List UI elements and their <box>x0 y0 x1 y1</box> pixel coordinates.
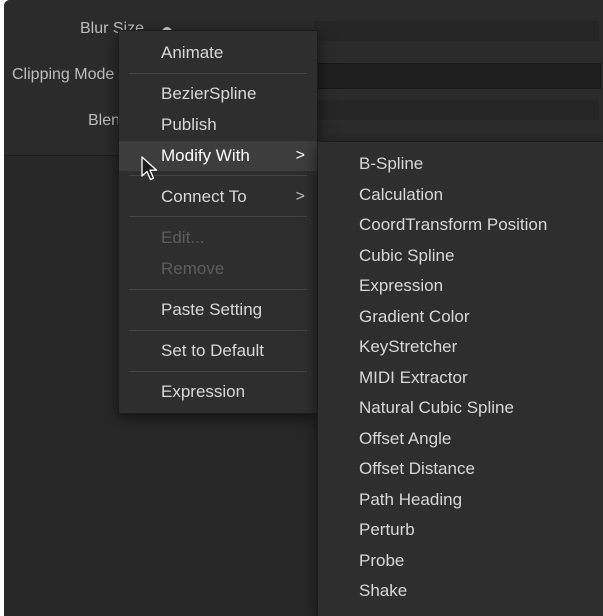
chevron-right-icon: > <box>295 188 305 205</box>
submenu-item-label: CoordTransform Position <box>359 215 548 234</box>
submenu-item-label: Offset Angle <box>359 428 452 448</box>
submenu-item-label: Perturb <box>359 520 415 539</box>
menu-separator <box>129 289 307 290</box>
menu-item-label: Paste Setting <box>161 300 263 319</box>
submenu-item-label: Expression <box>359 276 444 295</box>
submenu-item-label: Probe <box>359 550 405 570</box>
submenu-item-perturb[interactable]: Perturb <box>318 515 603 545</box>
menu-item-set-to-default[interactable]: Set to Default <box>119 336 317 366</box>
submenu-item-cubic-spline[interactable]: Cubic Spline <box>318 241 603 271</box>
menu-item-label: Modify With <box>161 146 250 165</box>
submenu-item-path-heading[interactable]: Path Heading <box>318 485 603 515</box>
submenu-item-label: B-Spline <box>359 154 424 173</box>
menu-item-label: BezierSpline <box>161 84 257 103</box>
modify-with-submenu: B-Spline Calculation CoordTransform Posi… <box>317 141 603 616</box>
menu-item-label: Publish <box>161 115 217 134</box>
blend-label: Blend <box>88 112 122 129</box>
submenu-item-label: Shake <box>359 581 408 600</box>
menu-item-expression[interactable]: Expression <box>119 377 317 407</box>
chevron-right-icon: > <box>295 147 305 164</box>
menu-item-label: Connect To <box>161 187 247 206</box>
menu-item-label: Edit... <box>161 228 205 247</box>
arrow-pointer-icon <box>141 156 158 181</box>
clipping-mode-label: Clipping Mode <box>12 66 115 83</box>
menu-separator <box>129 371 307 372</box>
submenu-item-label: Path Heading <box>359 489 463 509</box>
menu-item-label: Remove <box>161 259 225 278</box>
submenu-item-coordtransform-position[interactable]: CoordTransform Position <box>318 210 603 240</box>
submenu-item-label: KeyStretcher <box>359 337 458 356</box>
submenu-item-label: Natural Cubic Spline <box>359 398 514 417</box>
submenu-item-gradient-color[interactable]: Gradient Color <box>318 302 603 332</box>
submenu-item-probe[interactable]: Probe <box>318 546 603 576</box>
submenu-item-label: Cubic Spline <box>359 245 455 265</box>
context-menu: Animate BezierSpline Publish Modify With… <box>118 30 318 414</box>
submenu-item-b-spline[interactable]: B-Spline <box>318 149 603 179</box>
menu-item-remove: Remove <box>119 254 317 284</box>
menu-item-edit: Edit... <box>119 223 317 253</box>
submenu-item-natural-cubic-spline[interactable]: Natural Cubic Spline <box>318 393 603 423</box>
menu-item-bezierspline[interactable]: BezierSpline <box>119 79 317 109</box>
menu-item-label: Animate <box>161 43 224 62</box>
submenu-item-calculation[interactable]: Calculation <box>318 180 603 210</box>
blur-size-slider[interactable] <box>314 21 599 41</box>
submenu-item-offset-angle[interactable]: Offset Angle <box>318 424 603 454</box>
inspector-window: Blur Size Clipping Mode Blend Animate Be… <box>4 0 603 616</box>
menu-item-connect-to[interactable]: Connect To > <box>119 182 317 212</box>
submenu-item-midi-extractor[interactable]: MIDI Extractor <box>318 363 603 393</box>
menu-separator <box>129 216 307 217</box>
submenu-item-shake[interactable]: Shake <box>318 576 603 606</box>
submenu-item-label: Offset Distance <box>359 459 475 478</box>
menu-item-label: Expression <box>161 382 246 401</box>
menu-item-paste-setting[interactable]: Paste Setting <box>119 295 317 325</box>
submenu-item-offset-distance[interactable]: Offset Distance <box>318 454 603 484</box>
submenu-item-keystretcher[interactable]: KeyStretcher <box>318 332 603 362</box>
clipping-mode-dropdown[interactable] <box>314 63 601 89</box>
submenu-item-label: MIDI Extractor <box>359 367 468 387</box>
submenu-item-expression[interactable]: Expression <box>318 271 603 301</box>
submenu-item-label: Gradient Color <box>359 306 470 326</box>
blend-slider[interactable] <box>314 100 599 120</box>
menu-separator <box>129 73 307 74</box>
menu-item-publish[interactable]: Publish <box>119 110 317 140</box>
menu-separator <box>129 330 307 331</box>
submenu-item-label: Calculation <box>359 184 444 204</box>
menu-item-label: Set to Default <box>161 341 265 360</box>
menu-item-animate[interactable]: Animate <box>119 38 317 68</box>
